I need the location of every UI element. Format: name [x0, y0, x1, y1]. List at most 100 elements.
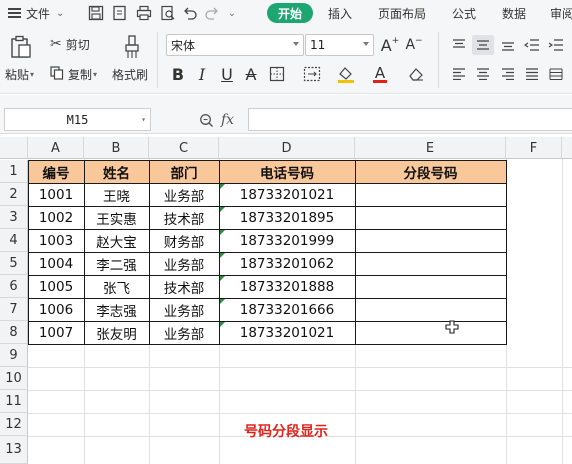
align-left-icon[interactable]: [449, 64, 469, 84]
font-size-select[interactable]: 11: [305, 34, 374, 56]
distributed-align-icon[interactable]: [546, 64, 566, 84]
fill-color-icon[interactable]: [335, 63, 357, 85]
main-menu-button[interactable]: 文件 ⌄: [8, 0, 64, 26]
cell-id[interactable]: 1001: [28, 183, 84, 206]
font-color-icon[interactable]: A: [369, 63, 391, 85]
row-header-7[interactable]: 7: [0, 298, 28, 321]
increase-indent-icon[interactable]: [546, 35, 566, 55]
row-header-13[interactable]: 13: [0, 436, 28, 464]
formula-input[interactable]: [248, 108, 572, 131]
cell-segmented[interactable]: [355, 275, 506, 298]
cell-id[interactable]: 1006: [28, 298, 84, 321]
insert-function-button[interactable]: fx: [221, 110, 234, 130]
cell-dept[interactable]: 业务部: [149, 252, 219, 275]
cell-phone[interactable]: 18733201999: [219, 229, 355, 252]
tab-review[interactable]: 审阅: [550, 0, 572, 26]
cell-id[interactable]: 1003: [28, 229, 84, 252]
column-header-d[interactable]: D: [219, 137, 355, 159]
cell-name[interactable]: 李二强: [84, 252, 149, 275]
header-cell-phone[interactable]: 电话号码: [219, 160, 355, 183]
spreadsheet-grid[interactable]: A B C D E F 1 2 3 4 5 6 7 8 9 10 11 12 1…: [0, 137, 572, 464]
tab-data[interactable]: 数据: [502, 0, 526, 26]
format-painter-button[interactable]: 格式刷: [112, 64, 148, 84]
paste-button[interactable]: 粘贴 ▾: [5, 64, 34, 84]
cell-name[interactable]: 张友明: [84, 321, 149, 344]
row-header-6[interactable]: 6: [0, 275, 28, 298]
cell-dept[interactable]: 财务部: [149, 229, 219, 252]
tab-page-layout[interactable]: 页面布局: [378, 0, 426, 26]
decrease-indent-icon[interactable]: [522, 35, 542, 55]
paste-icon[interactable]: [8, 34, 34, 60]
row-header-3[interactable]: 3: [0, 206, 28, 229]
cell-phone[interactable]: 18733201666: [219, 298, 355, 321]
font-name-select[interactable]: 宋体: [166, 34, 304, 56]
copy-button[interactable]: 复制 ▾: [50, 64, 97, 84]
italic-icon[interactable]: I: [191, 63, 213, 85]
cell-segmented[interactable]: [355, 229, 506, 252]
column-header-c[interactable]: C: [149, 137, 219, 159]
tab-insert[interactable]: 插入: [328, 0, 352, 26]
cell-segmented[interactable]: [355, 252, 506, 275]
row-header-9[interactable]: 9: [0, 344, 28, 367]
column-header-b[interactable]: B: [84, 137, 149, 159]
cell-segmented[interactable]: [355, 183, 506, 206]
text-number-indicator-icon[interactable]: [220, 253, 225, 258]
row-header-2[interactable]: 2: [0, 183, 28, 206]
save-icon[interactable]: [86, 2, 106, 24]
cell-segmented[interactable]: [355, 298, 506, 321]
more-chevron-icon[interactable]: ⌄: [222, 2, 242, 24]
text-number-indicator-icon[interactable]: [220, 276, 225, 281]
text-number-indicator-icon[interactable]: [220, 322, 225, 327]
select-all-corner[interactable]: [0, 137, 28, 159]
row-header-12[interactable]: 12: [0, 413, 28, 436]
cell-dept[interactable]: 技术部: [149, 275, 219, 298]
align-middle-icon[interactable]: [472, 35, 494, 55]
cell-phone[interactable]: 18733201888: [219, 275, 355, 298]
cell-dept[interactable]: 业务部: [149, 321, 219, 344]
cell-id[interactable]: 1005: [28, 275, 84, 298]
cell-dept[interactable]: 技术部: [149, 206, 219, 229]
cell-id[interactable]: 1007: [28, 321, 84, 344]
cell-phone[interactable]: 18733201062: [219, 252, 355, 275]
header-cell-segmented[interactable]: 分段号码: [355, 160, 506, 183]
cell-name[interactable]: 王晓: [84, 183, 149, 206]
text-number-indicator-icon[interactable]: [220, 299, 225, 304]
row-header-10[interactable]: 10: [0, 367, 28, 390]
cell-segmented[interactable]: [355, 206, 506, 229]
print-preview-icon[interactable]: [158, 2, 178, 24]
underline-icon[interactable]: U: [216, 63, 238, 85]
cell-phone[interactable]: 18733201895: [219, 206, 355, 229]
align-center-icon[interactable]: [473, 64, 493, 84]
cell-phone[interactable]: 18733201021: [219, 321, 355, 344]
clear-format-icon[interactable]: [405, 63, 427, 85]
borders-icon[interactable]: [266, 63, 288, 85]
cell-id[interactable]: 1004: [28, 252, 84, 275]
print-icon[interactable]: [134, 2, 154, 24]
align-right-icon[interactable]: [498, 64, 518, 84]
column-header-a[interactable]: A: [28, 137, 84, 159]
row-header-8[interactable]: 8: [0, 321, 28, 344]
zoom-search-icon[interactable]: [197, 110, 215, 130]
column-header-e[interactable]: E: [355, 137, 506, 159]
header-cell-dept[interactable]: 部门: [149, 160, 219, 183]
text-number-indicator-icon[interactable]: [220, 207, 225, 212]
row-header-1[interactable]: 1: [0, 160, 28, 183]
header-cell-id[interactable]: 编号: [28, 160, 84, 183]
cell-name[interactable]: 张飞: [84, 275, 149, 298]
cell-phone[interactable]: 18733201021: [219, 183, 355, 206]
align-top-icon[interactable]: [449, 35, 469, 55]
cell-dept[interactable]: 业务部: [149, 183, 219, 206]
cut-button[interactable]: ✂ 剪切: [50, 34, 90, 54]
tab-formulas[interactable]: 公式: [452, 0, 476, 26]
tab-start[interactable]: 开始: [267, 3, 314, 23]
cell-name[interactable]: 李志强: [84, 298, 149, 321]
text-number-indicator-icon[interactable]: [220, 184, 225, 189]
row-header-11[interactable]: 11: [0, 390, 28, 413]
name-box[interactable]: M15 ▾: [4, 108, 151, 131]
decrease-font-size-icon[interactable]: A −: [404, 34, 424, 56]
justify-icon[interactable]: [522, 64, 542, 84]
header-cell-name[interactable]: 姓名: [84, 160, 149, 183]
redo-icon[interactable]: [202, 2, 222, 24]
text-number-indicator-icon[interactable]: [220, 230, 225, 235]
export-pdf-icon[interactable]: [110, 2, 130, 24]
